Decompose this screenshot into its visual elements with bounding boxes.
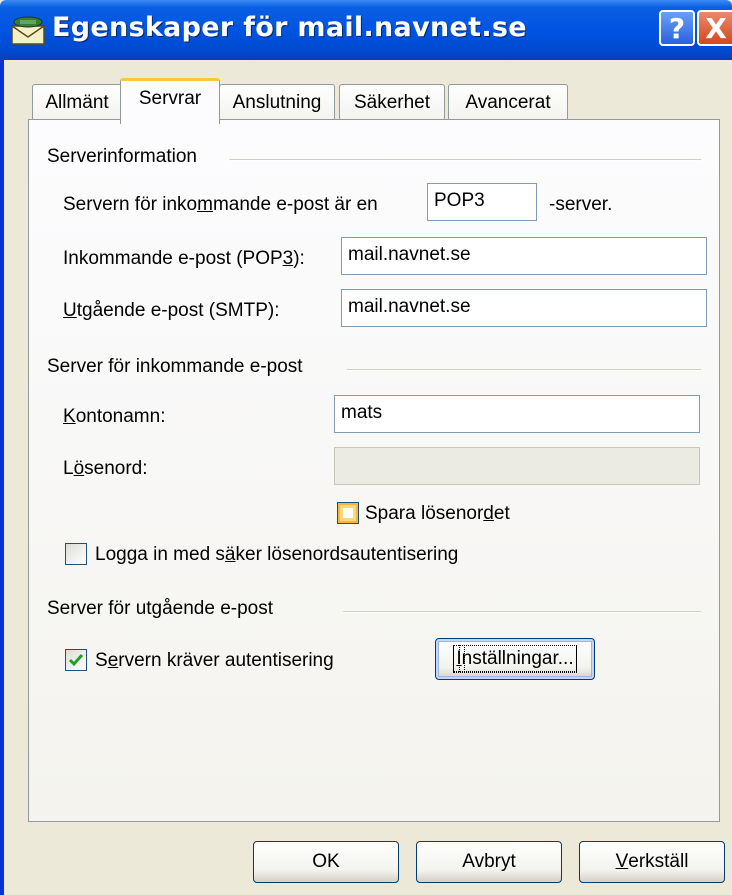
settings-button[interactable]: Inställningar... bbox=[435, 638, 595, 680]
group-divider bbox=[347, 369, 701, 371]
title-bar[interactable]: Egenskaper för mail.navnet.se ? X bbox=[0, 0, 732, 60]
tab-anslutning[interactable]: Anslutning bbox=[219, 84, 335, 120]
tab-allmant[interactable]: Allmänt bbox=[32, 84, 122, 120]
incoming-mail-label: Inkommande e-post (POP3): bbox=[63, 248, 305, 269]
account-name-input[interactable]: mats bbox=[334, 395, 700, 433]
tab-avancerat[interactable]: Avancerat bbox=[448, 84, 568, 120]
password-label: Lösenord: bbox=[63, 458, 148, 479]
server-type-field: POP3 bbox=[427, 183, 537, 221]
tab-servrar[interactable]: Servrar bbox=[120, 78, 220, 124]
servers-tab-panel: Serverinformation Servern för inkommande… bbox=[28, 119, 720, 822]
save-password-checkbox[interactable] bbox=[337, 502, 359, 524]
outgoing-mail-input[interactable]: mail.navnet.se bbox=[341, 289, 707, 327]
server-requires-auth-checkbox[interactable] bbox=[65, 649, 87, 671]
ok-button[interactable]: OK bbox=[253, 841, 399, 883]
server-requires-auth-label[interactable]: Servern kräver autentisering bbox=[95, 650, 334, 672]
group-title-incoming-server: Server för inkommande e-post bbox=[47, 356, 303, 377]
group-title-outgoing-server: Server för utgående e-post bbox=[47, 598, 274, 619]
apply-button[interactable]: Verkställ bbox=[579, 841, 725, 883]
mail-account-icon bbox=[11, 16, 45, 45]
group-divider bbox=[229, 159, 701, 161]
close-button[interactable]: X bbox=[697, 10, 732, 46]
window-title: Egenskaper för mail.navnet.se bbox=[52, 12, 527, 43]
save-password-label[interactable]: Spara lösenordet bbox=[365, 503, 510, 525]
checkmark-icon bbox=[68, 654, 84, 667]
help-button[interactable]: ? bbox=[659, 10, 695, 46]
account-name-label: Kontonamn: bbox=[63, 406, 166, 427]
password-input[interactable] bbox=[334, 447, 700, 485]
group-title-serverinformation: Serverinformation bbox=[47, 146, 197, 167]
cancel-button[interactable]: Avbryt bbox=[416, 841, 562, 883]
tab-sakerhet[interactable]: Säkerhet bbox=[339, 84, 445, 120]
incoming-mail-input[interactable]: mail.navnet.se bbox=[341, 237, 707, 275]
group-divider bbox=[343, 611, 701, 613]
properties-dialog: Egenskaper för mail.navnet.se ? X Allmän… bbox=[0, 0, 732, 895]
secure-password-auth-label[interactable]: Logga in med säker lösenordsautentiserin… bbox=[95, 544, 458, 566]
secure-password-auth-checkbox[interactable] bbox=[65, 543, 87, 565]
server-type-suffix: -server. bbox=[549, 194, 613, 215]
outgoing-mail-label: Utgående e-post (SMTP): bbox=[63, 300, 280, 321]
incoming-server-type-label: Servern för inkommande e-post är en bbox=[63, 194, 378, 215]
